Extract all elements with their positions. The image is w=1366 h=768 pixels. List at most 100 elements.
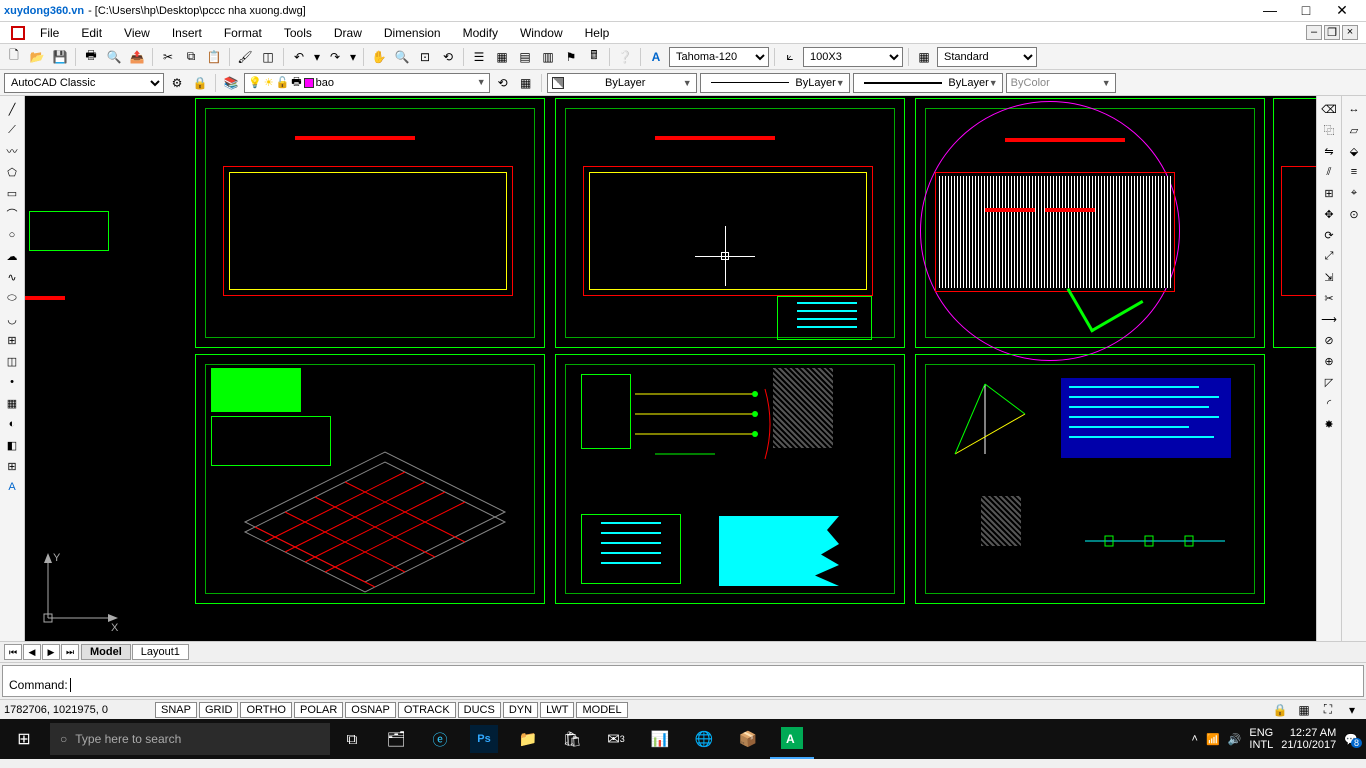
text-style-icon[interactable]: A <box>646 47 666 67</box>
move-icon[interactable]: ✥ <box>1319 205 1339 223</box>
quickcalc-icon[interactable]: 🖩 <box>584 47 604 67</box>
plotstyle-combo[interactable]: ByColor▼ <box>1006 73 1116 93</box>
chrome-folder-icon[interactable]: 📁 <box>506 719 550 759</box>
undo-icon[interactable]: ↶ <box>289 47 309 67</box>
photoshop-icon[interactable]: Ps <box>470 725 498 753</box>
locate-icon[interactable]: ⊙ <box>1344 205 1364 223</box>
grid-toggle[interactable]: GRID <box>199 702 239 718</box>
workspace-settings-icon[interactable]: ⚙ <box>167 73 187 93</box>
menu-edit[interactable]: Edit <box>71 24 112 42</box>
pan-icon[interactable]: ✋ <box>369 47 389 67</box>
insert-block-icon[interactable]: ⊞ <box>2 331 22 349</box>
cut-icon[interactable]: ✂ <box>158 47 178 67</box>
region-mass-icon[interactable]: ⬙ <box>1344 142 1364 160</box>
zoom-window-icon[interactable]: ⊡ <box>415 47 435 67</box>
menu-help[interactable]: Help <box>575 24 620 42</box>
dyn-toggle[interactable]: DYN <box>503 702 538 718</box>
chrome-icon[interactable]: 🌐 <box>682 719 726 759</box>
table-style-combo[interactable]: Standard <box>937 47 1037 67</box>
model-toggle[interactable]: MODEL <box>576 702 627 718</box>
status-lock-icon[interactable]: 🔒 <box>1270 700 1290 720</box>
tool-palette-icon[interactable]: ▤ <box>515 47 535 67</box>
app1-icon[interactable]: 📊 <box>638 719 682 759</box>
menu-window[interactable]: Window <box>510 24 573 42</box>
menu-view[interactable]: View <box>114 24 160 42</box>
properties-icon[interactable]: ☰ <box>469 47 489 67</box>
make-block-icon[interactable]: ◫ <box>2 352 22 370</box>
mail-icon[interactable]: ✉3 <box>594 719 638 759</box>
fillet-icon[interactable]: ◜ <box>1319 394 1339 412</box>
workspace-combo[interactable]: AutoCAD Classic <box>4 73 164 93</box>
mirror-icon[interactable]: ⇋ <box>1319 142 1339 160</box>
layer-states-icon[interactable]: ▦ <box>516 73 536 93</box>
break-icon[interactable]: ⊘ <box>1319 331 1339 349</box>
help-icon[interactable]: ❔ <box>615 47 635 67</box>
id-icon[interactable]: ⌖ <box>1344 184 1364 202</box>
maximize-button[interactable]: □ <box>1294 2 1318 19</box>
status-max-icon[interactable]: ⛶ <box>1318 700 1338 720</box>
color-combo[interactable]: ByLayer▼ <box>547 73 697 93</box>
rectangle-icon[interactable]: ▭ <box>2 184 22 202</box>
task-view-icon[interactable]: ⧉ <box>330 719 374 759</box>
dim-style-icon[interactable]: ⟀ <box>780 47 800 67</box>
winrar-icon[interactable]: 📦 <box>726 719 770 759</box>
workspace-lock-icon[interactable]: 🔒 <box>190 73 210 93</box>
menu-tools[interactable]: Tools <box>274 24 322 42</box>
start-button[interactable]: ⊞ <box>0 719 48 759</box>
mdi-restore[interactable]: ❐ <box>1324 25 1340 40</box>
zoom-realtime-icon[interactable]: 🔍 <box>392 47 412 67</box>
tab-last-icon[interactable]: ⏭ <box>61 644 79 660</box>
region-icon[interactable]: ◧ <box>2 436 22 454</box>
ellipse-icon[interactable]: ⬭ <box>2 289 22 307</box>
mdi-minimize[interactable]: – <box>1306 25 1322 40</box>
open-icon[interactable]: 📂 <box>27 47 47 67</box>
menu-modify[interactable]: Modify <box>453 24 508 42</box>
block-editor-icon[interactable]: ◫ <box>258 47 278 67</box>
rotate-icon[interactable]: ⟳ <box>1319 226 1339 244</box>
ducs-toggle[interactable]: DUCS <box>458 702 501 718</box>
menu-file[interactable]: File <box>30 24 69 42</box>
tray-volume-icon[interactable]: 🔊 <box>1228 733 1242 746</box>
table-icon[interactable]: ⊞ <box>2 457 22 475</box>
coords-display[interactable]: 1782706, 1021975, 0 <box>4 704 154 716</box>
redo-drop-icon[interactable]: ▾ <box>348 47 358 67</box>
drawing-canvas[interactable]: YX <box>25 96 1316 641</box>
lwt-toggle[interactable]: LWT <box>540 702 574 718</box>
edge-icon[interactable]: ⓔ <box>418 719 462 759</box>
store-icon[interactable]: 🛍 <box>550 719 594 759</box>
osnap-toggle[interactable]: OSNAP <box>345 702 396 718</box>
markup-icon[interactable]: ⚑ <box>561 47 581 67</box>
hatch-icon[interactable]: ▦ <box>2 394 22 412</box>
menu-format[interactable]: Format <box>214 24 272 42</box>
tab-model[interactable]: Model <box>81 644 131 660</box>
spline-icon[interactable]: ∿ <box>2 268 22 286</box>
redo-icon[interactable]: ↷ <box>325 47 345 67</box>
tab-first-icon[interactable]: ⏮ <box>4 644 22 660</box>
mdi-close[interactable]: × <box>1342 25 1358 40</box>
scale-icon[interactable]: ⤢ <box>1319 247 1339 265</box>
gradient-icon[interactable]: ◐ <box>2 415 22 433</box>
linetype-combo[interactable]: ByLayer▼ <box>700 73 850 93</box>
match-props-icon[interactable]: 🖌 <box>235 47 255 67</box>
tray-lang[interactable]: ENG <box>1249 727 1273 739</box>
tray-chevron-icon[interactable]: ˄ <box>1192 733 1198 745</box>
offset-icon[interactable]: ⫽ <box>1319 163 1339 181</box>
ortho-toggle[interactable]: ORTHO <box>240 702 292 718</box>
ellipse-arc-icon[interactable]: ◡ <box>2 310 22 328</box>
trim-icon[interactable]: ✂ <box>1319 289 1339 307</box>
plot-preview-icon[interactable]: 🔍 <box>104 47 124 67</box>
table-style-icon[interactable]: ▦ <box>914 47 934 67</box>
taskbar-search[interactable]: ○ Type here to search <box>50 723 330 755</box>
snap-toggle[interactable]: SNAP <box>155 702 197 718</box>
tray-kbd[interactable]: INTL <box>1249 739 1273 751</box>
layer-manager-icon[interactable]: 📚 <box>221 73 241 93</box>
revcloud-icon[interactable]: ☁ <box>2 247 22 265</box>
extend-icon[interactable]: ⟶ <box>1319 310 1339 328</box>
menu-dimension[interactable]: Dimension <box>374 24 451 42</box>
layer-previous-icon[interactable]: ⟲ <box>493 73 513 93</box>
pline-icon[interactable]: 〰 <box>2 142 22 160</box>
command-line[interactable]: Command: <box>2 665 1364 697</box>
close-button[interactable]: ✕ <box>1330 2 1354 19</box>
erase-icon[interactable]: ⌫ <box>1319 100 1339 118</box>
tab-layout1[interactable]: Layout1 <box>132 644 189 660</box>
